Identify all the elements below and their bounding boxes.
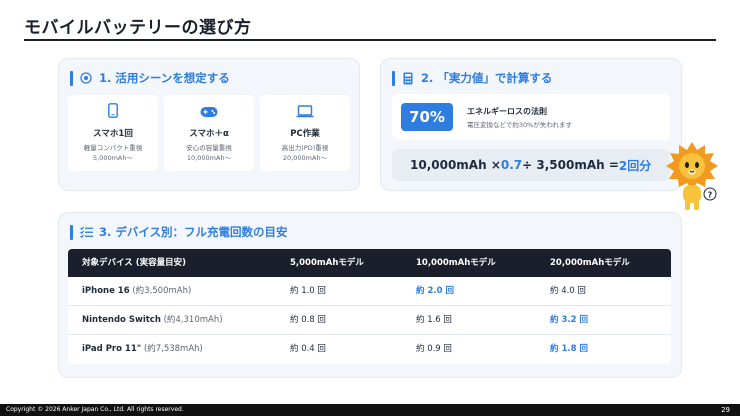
column-header: 5,000mAhモデル	[290, 258, 364, 268]
charge-count-cell: 約 0.9 回	[416, 344, 452, 354]
scene-box-phone: スマホ1回 軽量コンパクト重視 5,000mAh〜	[68, 95, 158, 171]
device-cell: iPhone 16 (約3,500mAh)	[82, 277, 191, 306]
accent-bar	[392, 70, 395, 86]
scene-title: スマホ1回	[93, 129, 133, 139]
energy-loss-box: 70% エネルギーロスの法則 電圧変換などで約30%が失われます	[392, 94, 670, 140]
charge-count-cell: 約 1.0 回	[290, 286, 326, 296]
scene-desc: 高出力(PD)重視	[281, 144, 329, 152]
page-number: 29	[721, 406, 730, 414]
section1-heading-text: 1. 活用シーンを想定する	[99, 71, 230, 85]
scene-capacity: 10,000mAh〜	[186, 154, 232, 162]
scene-title: スマホ＋α	[189, 129, 229, 139]
formula-part1: 10,000mAh ×	[410, 158, 501, 172]
laptop-icon	[296, 103, 314, 119]
accent-bar	[70, 224, 73, 240]
section2-heading: 2. 「実力値」で計算する	[392, 70, 552, 86]
column-header: 10,000mAhモデル	[416, 258, 496, 268]
section1-heading: 1. 活用シーンを想定する	[70, 70, 230, 86]
charge-count-cell: 約 0.8 回	[290, 315, 326, 325]
scene-capacity: 5,000mAh〜	[92, 154, 133, 162]
footer-bar: Copyright © 2026 Anker Japan Co., Ltd. A…	[0, 404, 740, 416]
gamepad-icon	[200, 103, 218, 119]
page-title: モバイルバッテリーの選び方	[24, 18, 252, 38]
table-row: Nintendo Switch (約4,310mAh) 約 0.8 回 約 1.6 …	[68, 306, 671, 335]
section3-heading: 3. デバイス別：フル充電回数の目安	[70, 224, 288, 240]
efficiency-badge: 70%	[401, 103, 453, 131]
charge-count-cell: 約 2.0 回	[416, 286, 454, 296]
loss-title: エネルギーロスの法則	[467, 107, 547, 116]
scene-box-plus: スマホ＋α 安心の容量重視 10,000mAh〜	[164, 95, 254, 171]
charge-count-cell: 約 0.4 回	[290, 344, 326, 354]
scene-capacity: 20,000mAh〜	[282, 154, 328, 162]
column-header: 20,000mAhモデル	[550, 258, 630, 268]
checklist-icon	[79, 225, 93, 239]
title-divider	[24, 39, 716, 41]
section3-heading-text: 3. デバイス別：フル充電回数の目安	[99, 225, 288, 239]
scene-title: PC作業	[290, 129, 320, 139]
column-header: 対象デバイス (実容量目安)	[82, 258, 186, 268]
lion-mascot-icon: ?	[666, 142, 718, 210]
charge-count-cell: 約 3.2 回	[550, 315, 588, 325]
section2-heading-text: 2. 「実力値」で計算する	[421, 71, 553, 85]
device-cell: Nintendo Switch (約4,310mAh)	[82, 306, 223, 335]
device-capacity-note: (約3,500mAh)	[129, 286, 192, 296]
table-row: iPhone 16 (約3,500mAh) 約 1.0 回 約 2.0 回 約 4.0…	[68, 277, 671, 306]
charge-count-cell: 約 4.0 回	[550, 286, 586, 296]
charge-count-cell: 約 1.8 回	[550, 344, 588, 354]
loss-description: 電圧変換などで約30%が失われます	[467, 121, 572, 129]
charge-count-cell: 約 1.6 回	[416, 315, 452, 325]
scene-box-pc: PC作業 高出力(PD)重視 20,000mAh〜	[260, 95, 350, 171]
device-name: Nintendo Switch	[82, 315, 161, 325]
smartphone-icon	[108, 103, 118, 119]
table-row: iPad Pro 11" (約7,538mAh) 約 0.4 回 約 0.9 回 約 …	[68, 335, 671, 364]
device-capacity-note: (約7,538mAh)	[141, 344, 203, 354]
device-cell: iPad Pro 11" (約7,538mAh)	[82, 335, 203, 364]
formula-factor: 0.7	[500, 158, 523, 172]
calculation-formula: 10,000mAh × 0.7 ÷ 3,500mAh = 2回分	[392, 149, 670, 181]
scene-desc: 安心の容量重視	[186, 144, 232, 152]
device-capacity-note: (約4,310mAh)	[160, 315, 223, 325]
charge-count-table: 対象デバイス (実容量目安) 5,000mAhモデル 10,000mAhモデル …	[68, 249, 671, 364]
table-header: 対象デバイス (実容量目安) 5,000mAhモデル 10,000mAhモデル …	[68, 249, 671, 277]
copyright-text: Copyright © 2026 Anker Japan Co., Ltd. A…	[6, 406, 184, 413]
accent-bar	[70, 70, 73, 86]
calculator-icon	[401, 71, 415, 85]
device-name: iPhone 16	[82, 286, 130, 296]
device-name: iPad Pro 11"	[82, 344, 142, 354]
scene-desc: 軽量コンパクト重視	[83, 144, 143, 152]
formula-result: 2回分	[618, 158, 652, 173]
svg-text:?: ?	[708, 191, 713, 200]
target-icon	[79, 71, 93, 85]
formula-part2: ÷ 3,500mAh =	[522, 158, 619, 172]
